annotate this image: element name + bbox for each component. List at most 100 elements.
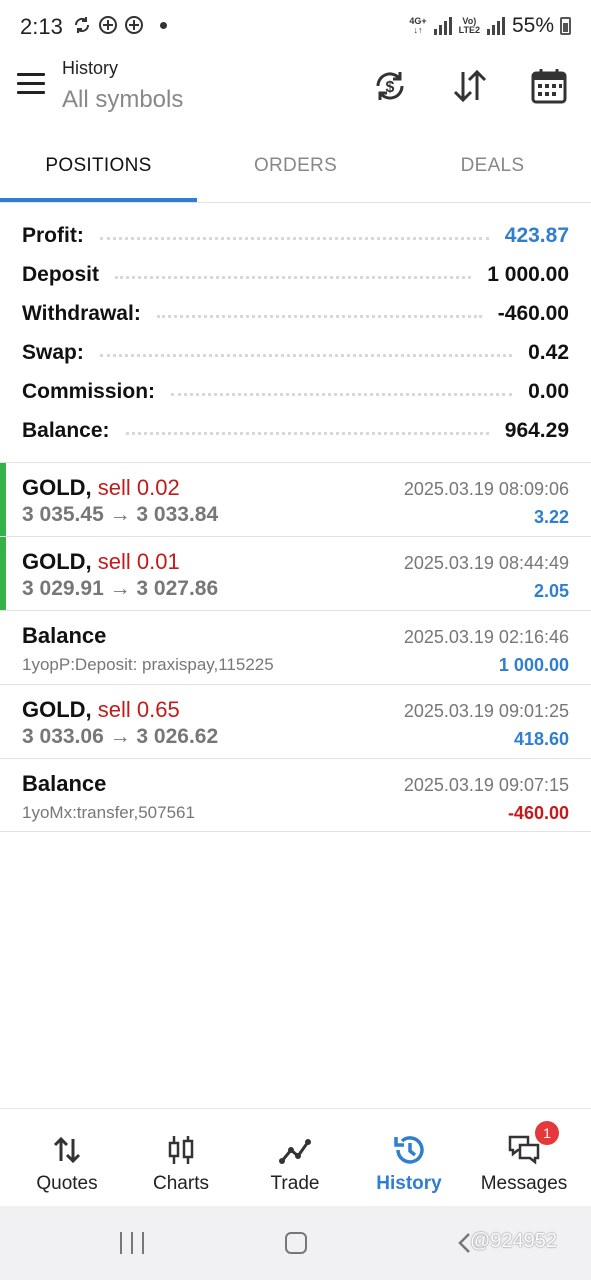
summary-value: 423.87 [496,223,569,248]
svg-text:$: $ [386,79,395,96]
notification-app-icon [99,16,117,34]
currency-exchange-button[interactable]: $ [370,66,410,106]
page-title: History [62,58,119,78]
history-row[interactable]: Balance 1yoMx:transfer,507561 2025.03.19… [0,758,591,832]
row-amount: 3.22 [533,507,569,527]
menu-icon[interactable] [17,73,45,95]
summary-value: 0.42 [520,340,569,365]
dot-leader [171,393,513,396]
price-range: 3 035.45 → 3 033.84 [22,503,219,526]
nav-messages[interactable]: 1 Messages [465,1109,583,1207]
summary-row-withdrawal: Withdrawal: -460.00 [22,294,569,333]
status-right: 4G+ ↓↑ Vo) LTE2 55% [409,14,571,38]
signal-icon [433,17,452,35]
row-title: GOLD, sell 0.65 [22,697,180,722]
nav-quotes[interactable]: Quotes [8,1109,126,1207]
tab-bar: POSITIONS ORDERS DEALS [0,140,591,202]
row-comment: 1yopP:Deposit: praxispay,115225 [22,655,274,674]
summary-row-profit: Profit: 423.87 [22,216,569,255]
quotes-icon [50,1133,84,1167]
status-bar: 2:13 4G+ ↓↑ Vo) LTE2 55% [0,0,591,56]
row-date: 2025.03.19 08:09:06 [403,479,569,499]
divider [0,202,591,203]
history-row[interactable]: GOLD, sell 0.02 3 035.45 → 3 033.84 2025… [0,462,591,537]
row-title: Balance [22,623,107,648]
trade-line-icon [278,1133,312,1167]
network-4g-label: 4G+ ↓↑ [409,16,427,35]
trade-side: sell 0.01 [97,549,180,574]
system-nav-bar: @924952 [0,1206,591,1280]
price-range: 3 029.91 → 3 027.86 [22,577,219,600]
row-amount: 2.05 [533,581,569,601]
row-amount: 418.60 [513,729,569,749]
network-volte-label: Vo) LTE2 [458,16,480,35]
status-notification-icons [72,15,167,35]
unread-badge: 1 [535,1121,559,1145]
history-row[interactable]: GOLD, sell 0.01 3 029.91 → 3 027.86 2025… [0,536,591,611]
status-time: 2:13 [20,14,63,39]
nav-trade[interactable]: Trade [236,1109,354,1207]
row-date: 2025.03.19 02:16:46 [403,627,569,647]
home-button[interactable] [285,1232,307,1254]
row-amount: -460.00 [507,803,569,823]
row-marker [0,463,6,537]
summary-label: Profit: [22,223,92,248]
row-title: GOLD, sell 0.01 [22,549,180,574]
row-title: GOLD, sell 0.02 [22,475,180,500]
price-range: 3 033.06 → 3 026.62 [22,725,219,748]
bottom-nav: Quotes Charts Trade History 1 Messages [0,1108,591,1206]
summary-label: Withdrawal: [22,301,149,326]
summary-value: 0.00 [520,379,569,404]
trade-side: sell 0.65 [97,697,180,722]
signal-icon [486,17,505,35]
notification-app-icon [125,16,143,34]
row-marker [0,537,6,611]
history-row[interactable]: Balance 1yopP:Deposit: praxispay,115225 … [0,610,591,684]
summary-value: -460.00 [489,301,569,326]
row-title: Balance [22,771,107,796]
tab-deals[interactable]: DEALS [394,140,591,202]
watermark: @924952 [470,1230,558,1252]
sort-button[interactable] [450,66,490,106]
summary-panel: Profit: 423.87 Deposit 1 000.00 Withdraw… [22,216,569,450]
more-notifications-dot [160,21,167,29]
battery-percent: 55% [511,14,554,37]
currency-exchange-icon: $ [376,72,404,100]
sync-icon [74,17,90,33]
summary-value: 1 000.00 [479,262,569,287]
calendar-icon [531,69,567,104]
nav-history[interactable]: History [350,1109,468,1207]
row-amount: 1 000.00 [498,655,569,675]
recents-button[interactable] [120,1232,144,1254]
app-bar: History All symbols $ [0,56,591,116]
battery-icon [560,17,571,35]
nav-label: Messages [480,1173,568,1194]
summary-label: Balance: [22,418,118,443]
nav-label: History [376,1173,442,1194]
nav-charts[interactable]: Charts [122,1109,240,1207]
dot-leader [156,315,482,318]
summary-label: Swap: [22,340,92,365]
history-clock-icon [392,1133,426,1167]
history-row[interactable]: GOLD, sell 0.65 3 033.06 → 3 026.62 2025… [0,684,591,758]
nav-label: Quotes [36,1173,98,1194]
summary-row-swap: Swap: 0.42 [22,333,569,372]
tab-orders[interactable]: ORDERS [197,140,394,202]
history-list: GOLD, sell 0.02 3 035.45 → 3 033.84 2025… [0,462,591,832]
summary-label: Deposit [22,262,108,287]
summary-row-deposit: Deposit 1 000.00 [22,255,569,294]
symbol-filter[interactable]: All symbols [62,86,183,114]
row-date: 2025.03.19 09:01:25 [403,701,569,721]
dot-leader [99,237,489,240]
dot-leader [115,276,472,279]
summary-row-commission: Commission: 0.00 [22,372,569,411]
dot-leader [125,432,489,435]
dot-leader [99,354,513,357]
sort-icon [453,69,487,103]
summary-row-balance: Balance: 964.29 [22,411,569,450]
summary-label: Commission: [22,379,164,404]
nav-label: Trade [270,1173,320,1194]
candlestick-icon [164,1133,198,1167]
tab-positions[interactable]: POSITIONS [0,140,197,202]
calendar-button[interactable] [529,66,569,106]
